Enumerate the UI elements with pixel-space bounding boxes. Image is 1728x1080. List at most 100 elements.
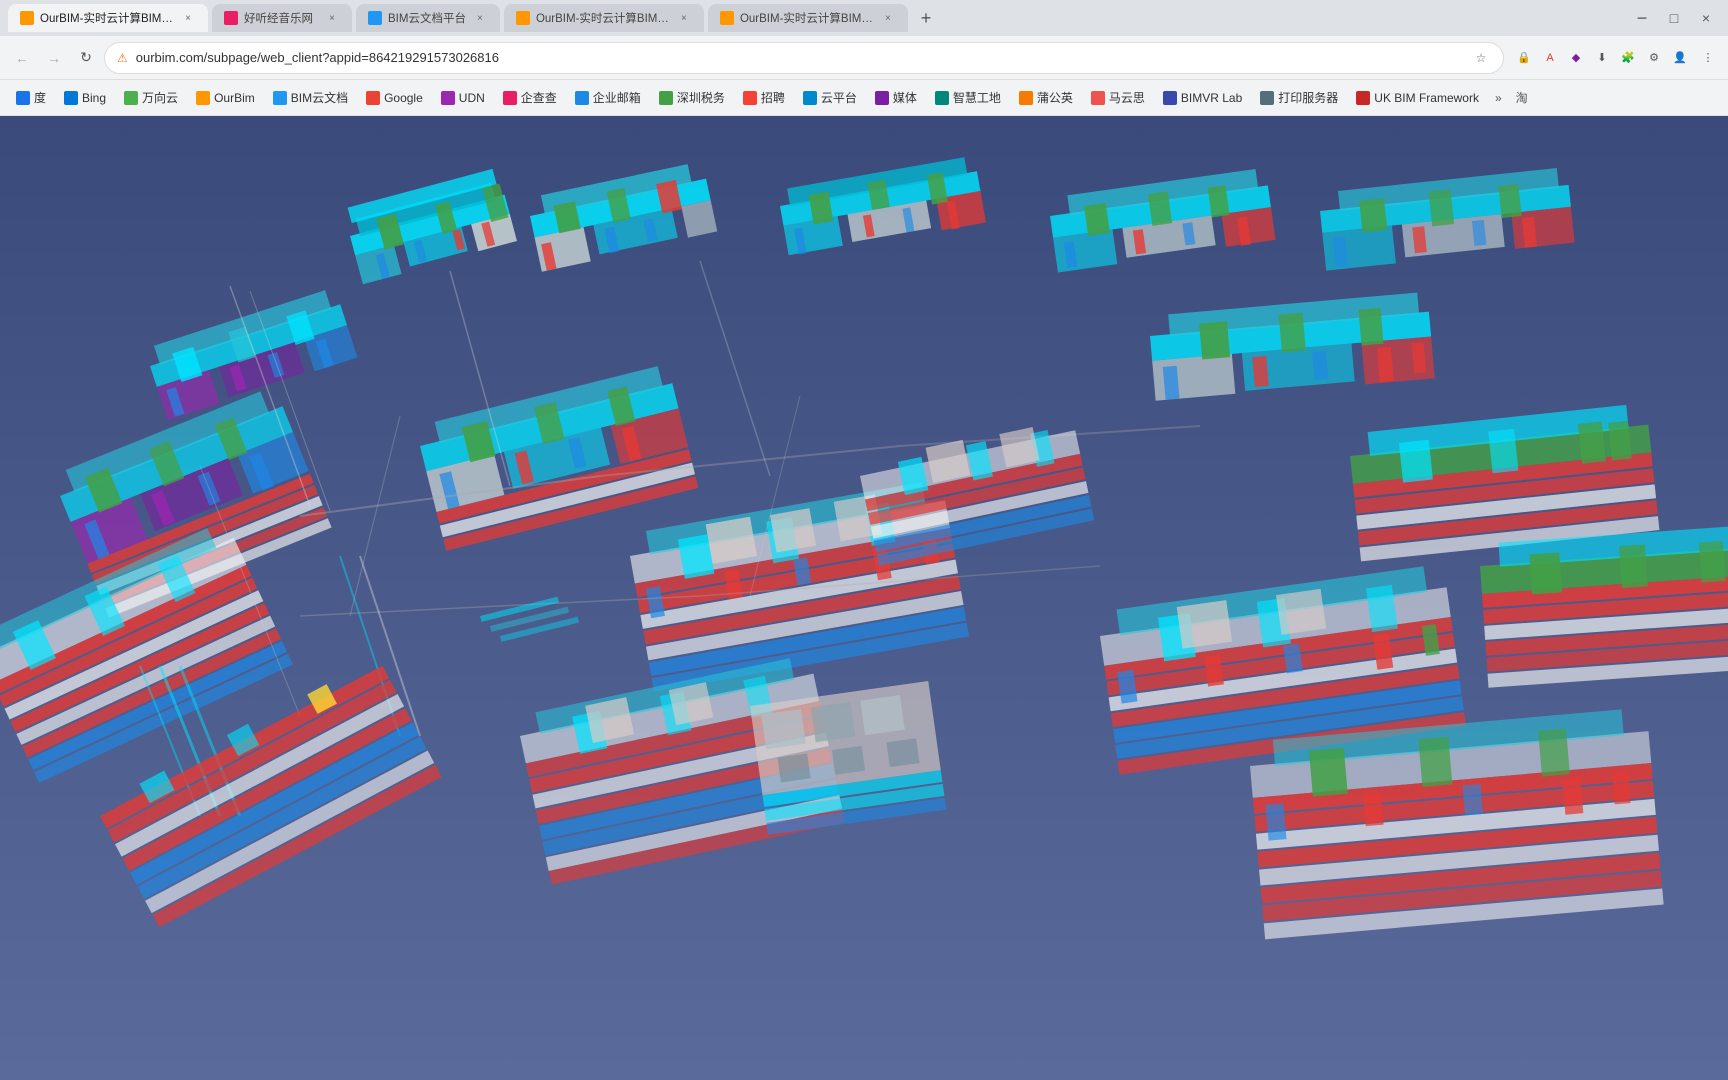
bookmarks-bar: 度 Bing 万向云 OurBim BIM云文档 Google UDN 企查查 — [0, 80, 1728, 116]
bookmark-cloud-favicon — [803, 91, 817, 105]
extension-puzzle[interactable]: 🧩 — [1616, 46, 1640, 70]
tab-3[interactable]: OurBIM-实时云计算BIM引擎平- × — [504, 4, 704, 32]
minimize-button[interactable]: − — [1628, 8, 1656, 29]
main-viewport[interactable] — [0, 116, 1728, 1080]
browser-chrome: OurBIM-实时云计算BIM引擎平- × 好听经音乐网 × BIM云文档平台 … — [0, 0, 1728, 116]
bookmark-smart-site-favicon — [935, 91, 949, 105]
bookmark-ourbim-label: OurBim — [214, 91, 255, 105]
bookmark-smart-site-label: 智慧工地 — [953, 89, 1001, 106]
bookmark-media-label: 媒体 — [893, 89, 917, 106]
tab-1-label: 好听经音乐网 — [244, 10, 318, 26]
bookmark-qicha-favicon — [503, 91, 517, 105]
navigation-bar: ← → ↻ ⚠ ourbim.com/subpage/web_client?ap… — [0, 36, 1728, 80]
bookmark-bing[interactable]: Bing — [56, 86, 114, 110]
bookmark-print-favicon — [1260, 91, 1274, 105]
bookmark-email[interactable]: 企业邮箱 — [567, 86, 649, 110]
maximize-button[interactable]: □ — [1660, 10, 1688, 26]
bookmark-qicha-label: 企查查 — [521, 89, 557, 106]
tab-5[interactable]: OurBIM-实时云计算BIM引擎平- × — [8, 4, 208, 32]
security-warning-icon: ⚠ — [117, 51, 128, 65]
bookmark-ukbim-label: UK BIM Framework — [1374, 91, 1479, 105]
extension-download[interactable]: ⬇ — [1590, 46, 1614, 70]
bookmark-google[interactable]: Google — [358, 86, 431, 110]
tab-4-favicon — [720, 11, 734, 25]
tab-3-label: OurBIM-实时云计算BIM引擎平- — [536, 10, 670, 26]
bookmark-qicha[interactable]: 企查查 — [495, 86, 565, 110]
bookmark-udn[interactable]: UDN — [433, 86, 493, 110]
extension-1[interactable]: 🔒 — [1512, 46, 1536, 70]
bookmark-pupu[interactable]: 蒲公英 — [1011, 86, 1081, 110]
bookmark-tax-label: 深圳税务 — [677, 89, 725, 106]
tab-4-close[interactable]: × — [880, 10, 896, 26]
bookmarks-more[interactable]: » — [1489, 91, 1508, 105]
bim-3d-scene[interactable] — [0, 116, 1728, 1080]
tab-5-close[interactable]: × — [180, 10, 196, 26]
tab-5-label: OurBIM-实时云计算BIM引擎平- — [40, 10, 174, 26]
reload-button[interactable]: ↻ — [72, 44, 100, 72]
bookmark-email-favicon — [575, 91, 589, 105]
bookmark-mayun-label: 马云思 — [1109, 89, 1145, 106]
bookmark-bimvr[interactable]: BIMVR Lab — [1155, 86, 1250, 110]
close-button[interactable]: × — [1692, 10, 1720, 26]
bookmark-bimvr-label: BIMVR Lab — [1181, 91, 1242, 105]
bookmark-bimdoc-favicon — [273, 91, 287, 105]
extension-settings[interactable]: ⚙ — [1642, 46, 1666, 70]
extension-adobe[interactable]: A — [1538, 46, 1562, 70]
tab-1[interactable]: 好听经音乐网 × — [212, 4, 352, 32]
tab-1-favicon — [224, 11, 238, 25]
tab-4-label: OurBIM-实时云计算BIM引擎平- — [740, 10, 874, 26]
new-tab-button[interactable]: + — [912, 4, 940, 32]
bookmark-mayun[interactable]: 马云思 — [1083, 86, 1153, 110]
tab-3-close[interactable]: × — [676, 10, 692, 26]
bookmark-recruit-label: 招聘 — [761, 89, 785, 106]
back-button[interactable]: ← — [8, 44, 36, 72]
bookmark-print[interactable]: 打印服务器 — [1252, 86, 1346, 110]
bookmark-bing-favicon — [64, 91, 78, 105]
bookmark-recruit[interactable]: 招聘 — [735, 86, 793, 110]
bookmark-mayun-favicon — [1091, 91, 1105, 105]
bookmark-cloud-label: 云平台 — [821, 89, 857, 106]
bookmark-wanxiang[interactable]: 万向云 — [116, 86, 186, 110]
bookmark-ourbim[interactable]: OurBim — [188, 86, 263, 110]
bookmark-bimdoc[interactable]: BIM云文档 — [265, 86, 356, 110]
title-bar: OurBIM-实时云计算BIM引擎平- × 好听经音乐网 × BIM云文档平台 … — [0, 0, 1728, 36]
address-actions: ☆ — [1471, 48, 1491, 68]
bookmark-google-label: Google — [384, 91, 423, 105]
bookmark-baidu-favicon — [16, 91, 30, 105]
bookmark-pupu-label: 蒲公英 — [1037, 89, 1073, 106]
bookmark-media-favicon — [875, 91, 889, 105]
bookmark-print-label: 打印服务器 — [1278, 89, 1338, 106]
tab-3-favicon — [516, 11, 530, 25]
tab-2-label: BIM云文档平台 — [388, 10, 466, 26]
bookmark-recruit-favicon — [743, 91, 757, 105]
bim-svg-canvas — [0, 116, 1728, 1080]
star-button[interactable]: ☆ — [1471, 48, 1491, 68]
bookmark-smart-site[interactable]: 智慧工地 — [927, 86, 1009, 110]
bookmark-ukbim-favicon — [1356, 91, 1370, 105]
tab-4[interactable]: OurBIM-实时云计算BIM引擎平- × — [708, 4, 908, 32]
bookmark-ukbim[interactable]: UK BIM Framework — [1348, 86, 1487, 110]
bookmark-tax-favicon — [659, 91, 673, 105]
tab-1-close[interactable]: × — [324, 10, 340, 26]
tab-5-favicon — [20, 11, 34, 25]
extension-purple[interactable]: ◆ — [1564, 46, 1588, 70]
bookmark-tax[interactable]: 深圳税务 — [651, 86, 733, 110]
bookmark-cloud[interactable]: 云平台 — [795, 86, 865, 110]
bookmark-media[interactable]: 媒体 — [867, 86, 925, 110]
bookmark-ourbim-favicon — [196, 91, 210, 105]
extensions-area: 🔒 A ◆ ⬇ 🧩 ⚙ 👤 — [1512, 46, 1692, 70]
tab-2-favicon — [368, 11, 382, 25]
address-text: ourbim.com/subpage/web_client?appid=8642… — [136, 50, 1463, 65]
more-options-button[interactable]: ⋮ — [1696, 46, 1720, 70]
bookmark-google-favicon — [366, 91, 380, 105]
bookmark-udn-favicon — [441, 91, 455, 105]
bookmark-bimvr-favicon — [1163, 91, 1177, 105]
bookmarks-overflow[interactable]: 淘 — [1510, 89, 1534, 106]
bookmark-baidu[interactable]: 度 — [8, 86, 54, 110]
extension-user[interactable]: 👤 — [1668, 46, 1692, 70]
tab-2[interactable]: BIM云文档平台 × — [356, 4, 500, 32]
forward-button[interactable]: → — [40, 44, 68, 72]
bookmark-bimdoc-label: BIM云文档 — [291, 89, 348, 106]
address-bar[interactable]: ⚠ ourbim.com/subpage/web_client?appid=86… — [104, 42, 1504, 74]
tab-2-close[interactable]: × — [472, 10, 488, 26]
